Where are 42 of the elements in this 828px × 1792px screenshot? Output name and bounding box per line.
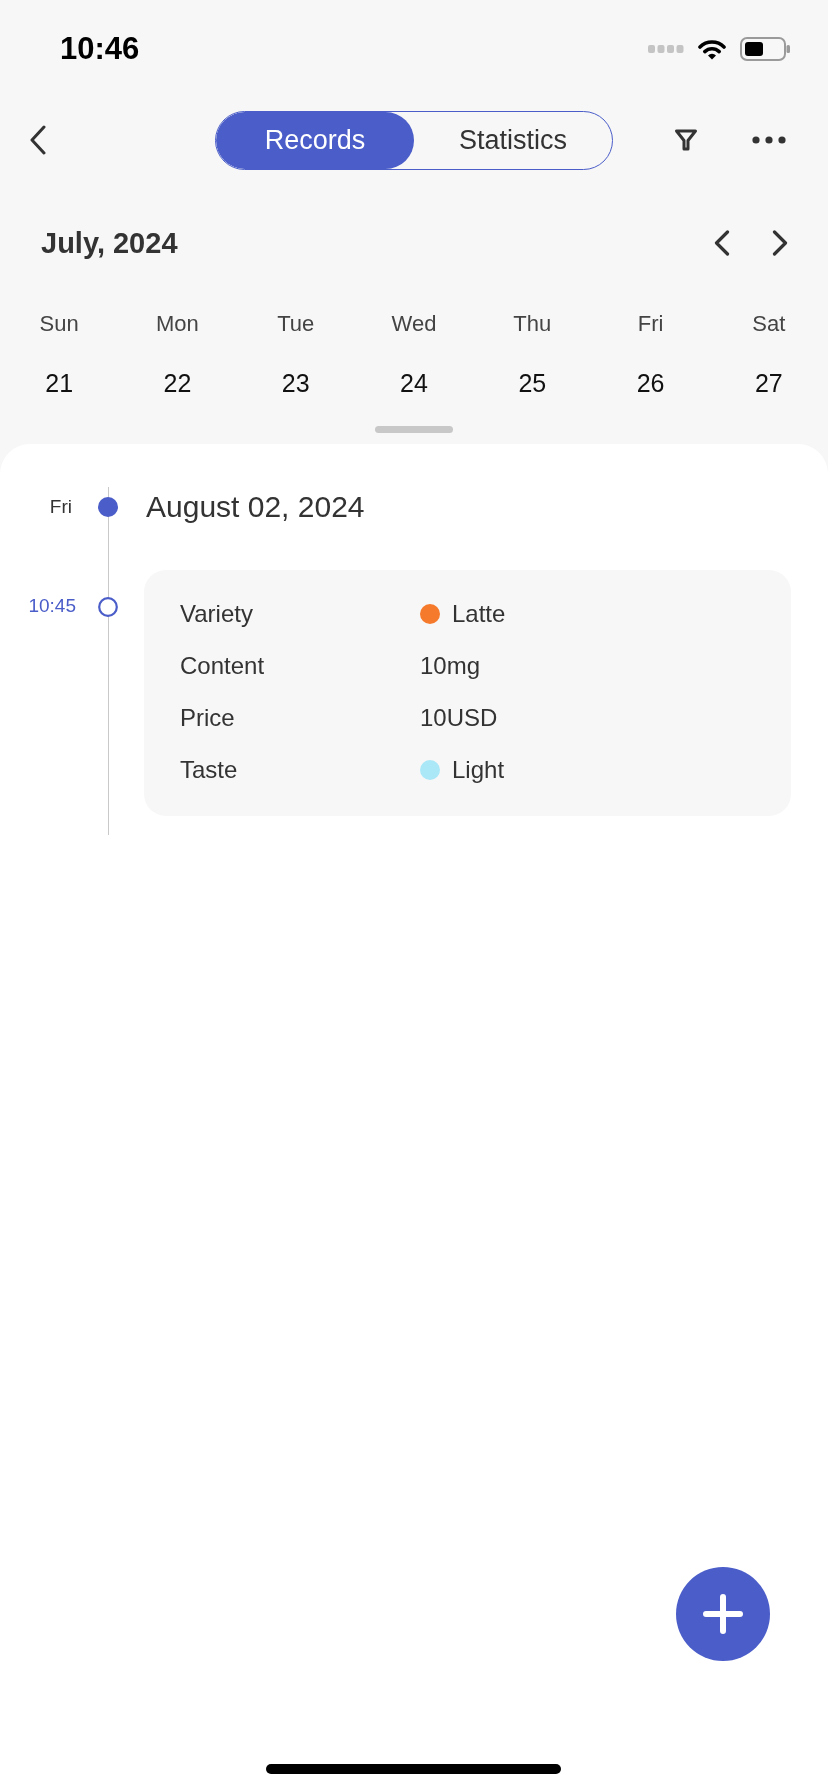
field-value: 10USD [420, 704, 498, 732]
wifi-icon [698, 38, 726, 60]
weekday-label: Fri [637, 311, 664, 337]
chevron-left-icon [714, 230, 730, 256]
status-time: 10:46 [60, 31, 140, 67]
battery-icon [740, 37, 790, 61]
more-icon [752, 136, 786, 144]
date-number[interactable]: 27 [754, 368, 783, 398]
segment-tab[interactable]: Records [216, 111, 414, 169]
timeline-ring-icon [98, 597, 118, 617]
chevron-left-icon [30, 125, 46, 155]
field-value: Light [452, 756, 505, 784]
date-number[interactable]: 24 [400, 368, 428, 398]
weekday-label: Mon [156, 311, 199, 337]
segment-tab[interactable]: Statistics [414, 111, 612, 169]
date-number[interactable]: 23 [281, 368, 310, 398]
weekday-label: Sat [752, 311, 786, 337]
weekday-label: Sun [39, 311, 79, 337]
weekday-label: Fri [49, 496, 73, 518]
time-label: 10:45 [28, 595, 77, 617]
month-title: July, 2024 [41, 226, 178, 260]
date-number[interactable]: 25 [518, 368, 547, 398]
date-heading: August 02, 2024 [145, 490, 365, 524]
weekday-label: Tue [277, 311, 315, 337]
date-number[interactable]: 21 [45, 368, 74, 398]
timeline-dot-icon [98, 497, 118, 517]
weekday-label: Wed [391, 311, 437, 337]
field-value: Latte [452, 600, 506, 628]
date-number[interactable]: 22 [163, 368, 192, 398]
date-number[interactable]: 26 [636, 368, 665, 398]
plus-icon [703, 1594, 743, 1634]
funnel-icon [674, 128, 698, 152]
record-card[interactable]: Variety Latte Content 10mg Price 10USD Taste Light [144, 570, 791, 816]
field-label: Taste [180, 756, 238, 784]
field-label: Content [180, 652, 265, 680]
signal-icon [648, 45, 684, 53]
chevron-right-icon [772, 230, 788, 256]
field-label: Variety [180, 600, 253, 628]
weekday-label: Thu [513, 311, 552, 337]
drag-handle[interactable] [375, 426, 453, 433]
field-label: Price [180, 704, 235, 732]
field-value: 10mg [420, 652, 481, 680]
